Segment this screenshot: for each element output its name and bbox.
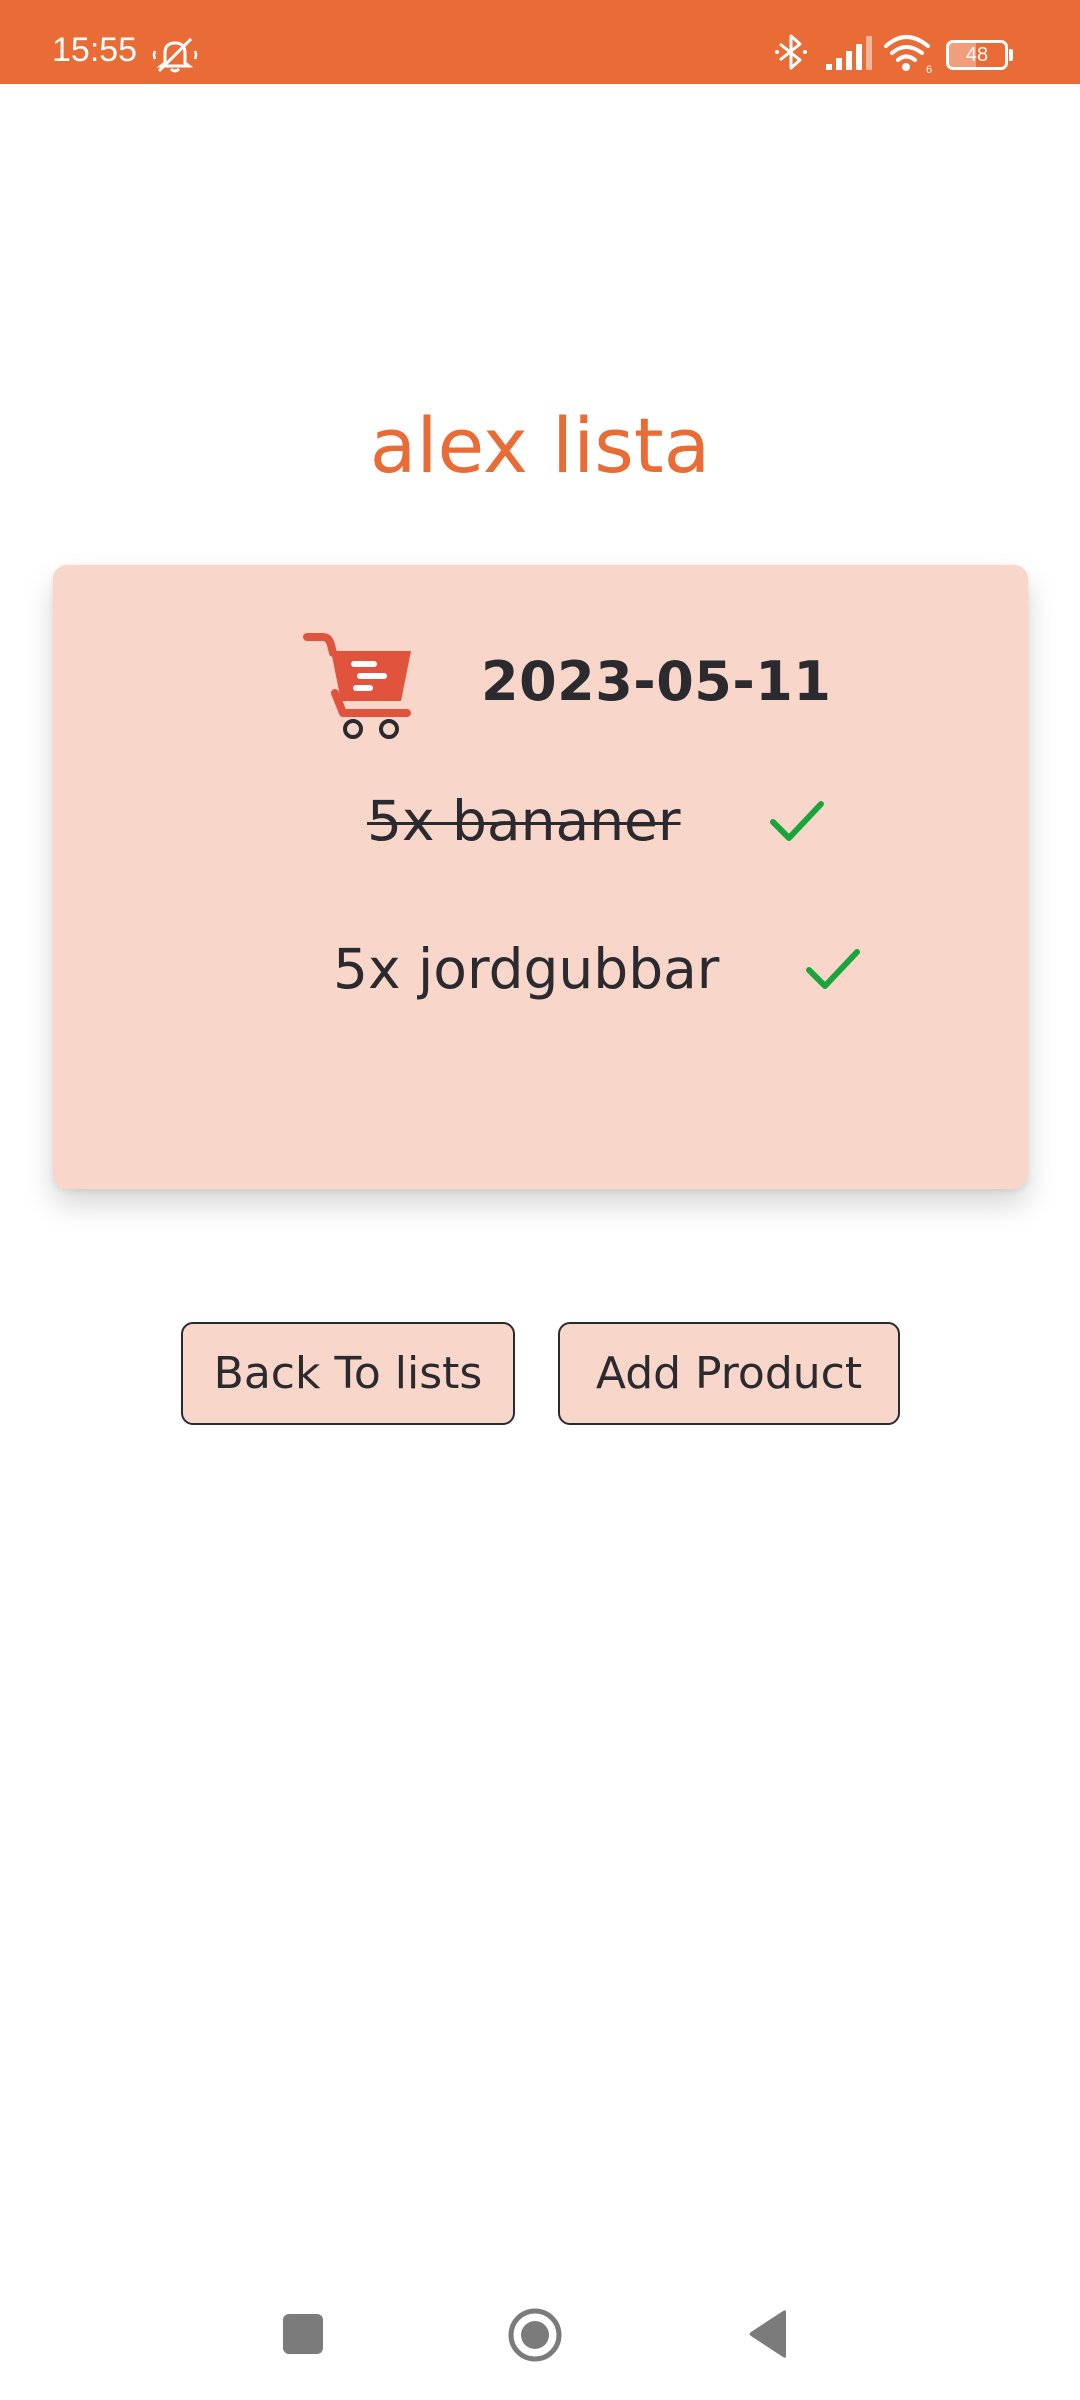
bluetooth-icon bbox=[775, 34, 807, 70]
list-item[interactable]: 5x bananer bbox=[367, 786, 837, 856]
wifi-icon: 6 bbox=[884, 35, 932, 74]
check-icon[interactable] bbox=[769, 798, 825, 846]
mute-icon bbox=[152, 37, 198, 73]
battery-tip bbox=[1009, 49, 1013, 61]
home-icon[interactable] bbox=[506, 2306, 564, 2364]
add-product-button[interactable]: Add Product bbox=[558, 1322, 900, 1425]
recents-icon[interactable] bbox=[283, 2314, 323, 2354]
status-bar: 15:55 6 48 bbox=[0, 0, 1080, 84]
list-date: 2023-05-11 bbox=[481, 650, 832, 713]
shopping-cart-icon bbox=[303, 633, 411, 739]
battery-icon: 48 bbox=[946, 40, 1014, 70]
product-label: 5x bananer bbox=[367, 789, 681, 853]
signal-icon bbox=[826, 36, 872, 70]
svg-text:6: 6 bbox=[926, 64, 932, 74]
check-icon[interactable] bbox=[805, 946, 861, 994]
page-title: alex lista bbox=[369, 401, 711, 490]
battery-percent: 48 bbox=[965, 44, 989, 66]
list-card: 2023-05-11 5x bananer 5x jordgubbar bbox=[53, 565, 1028, 1189]
product-label: 5x jordgubbar bbox=[333, 937, 720, 1001]
back-icon[interactable] bbox=[746, 2308, 790, 2360]
back-to-lists-button[interactable]: Back To lists bbox=[181, 1322, 515, 1425]
battery-body: 48 bbox=[946, 40, 1008, 70]
status-time: 15:55 bbox=[52, 31, 138, 69]
screen: 15:55 6 48 alex lista 2023-05-11 5x bana… bbox=[0, 0, 1080, 2400]
list-item[interactable]: 5x jordgubbar bbox=[333, 934, 873, 1004]
